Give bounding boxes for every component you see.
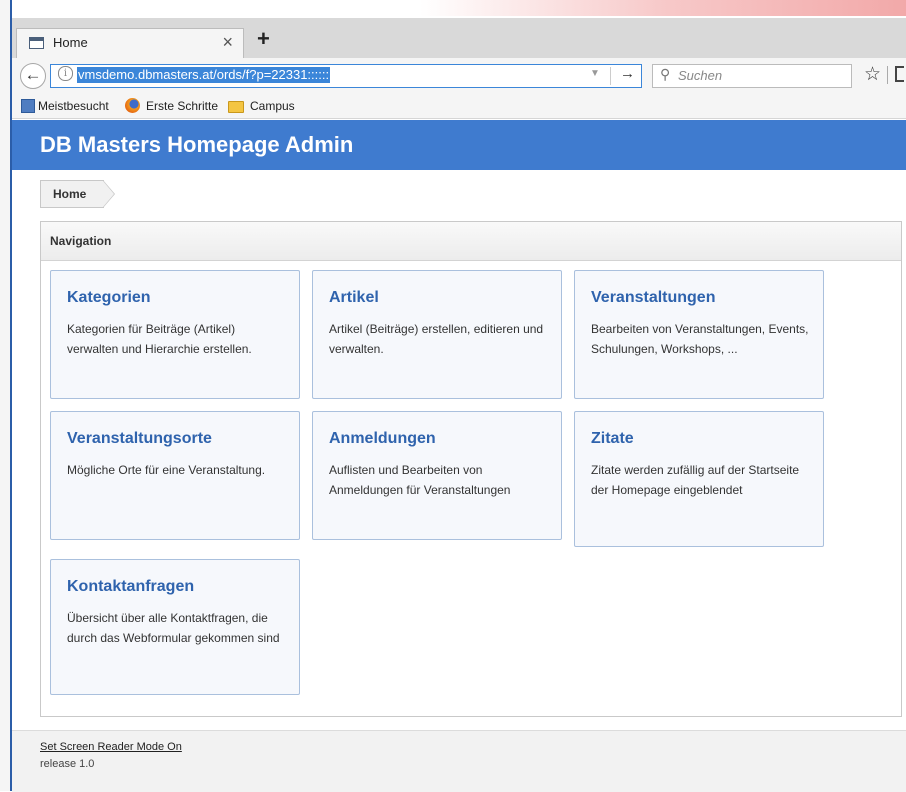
card-title[interactable]: Veranstaltungen — [591, 289, 715, 307]
card-description: Bearbeiten von Veranstaltungen, Events, … — [591, 322, 809, 356]
region-title: Navigation — [50, 234, 112, 248]
url-dropdown-icon[interactable]: ▼ — [590, 68, 600, 79]
library-icon[interactable] — [895, 66, 904, 82]
bookmark-campus[interactable]: Campus — [250, 99, 295, 113]
firefox-icon — [125, 98, 140, 113]
card-description: Mögliche Orte für eine Veranstaltung. — [67, 463, 266, 477]
breadcrumb-arrow-fill — [103, 181, 114, 207]
page-footer — [12, 730, 906, 792]
release-label: release 1.0 — [40, 758, 95, 770]
info-icon[interactable]: i — [58, 66, 73, 81]
window-top-accent — [420, 0, 906, 16]
card-title[interactable]: Kontaktanfragen — [67, 578, 194, 596]
card-zitate[interactable]: Zitate Zitate werden zufällig auf der St… — [574, 411, 824, 547]
new-tab-button[interactable]: + — [257, 26, 270, 52]
breadcrumb-home[interactable]: Home — [53, 187, 86, 201]
card-description: Übersicht über alle Kontaktfragen, die d… — [67, 611, 280, 645]
card-description: Kategorien für Beiträge (Artikel) verwal… — [67, 322, 252, 356]
card-anmeldungen[interactable]: Anmeldungen Auflisten und Bearbeiten von… — [312, 411, 562, 540]
url-separator — [610, 67, 611, 85]
page-icon — [29, 37, 44, 49]
folder-icon — [228, 101, 244, 113]
region-header — [41, 222, 901, 261]
app-title[interactable]: DB Masters Homepage Admin — [40, 132, 353, 158]
card-title[interactable]: Veranstaltungsorte — [67, 430, 212, 448]
bookmark-star-icon[interactable]: ☆ — [864, 63, 881, 86]
go-arrow-icon[interactable]: → — [620, 65, 635, 82]
url-input[interactable]: vmsdemo.dbmasters.at/ords/f?p=22331:::::… — [77, 67, 331, 83]
browser-tab-home[interactable]: Home × — [16, 28, 244, 58]
card-title[interactable]: Kategorien — [67, 289, 151, 307]
card-description: Artikel (Beiträge) erstellen, editieren … — [329, 322, 544, 356]
card-kontaktanfragen[interactable]: Kontaktanfragen Übersicht über alle Kont… — [50, 559, 300, 695]
card-title[interactable]: Zitate — [591, 430, 634, 448]
toolbar-separator — [887, 66, 888, 84]
most-visited-icon — [21, 99, 35, 113]
screen-reader-link[interactable]: Set Screen Reader Mode On — [40, 741, 182, 753]
bookmark-meistbesucht[interactable]: Meistbesucht — [38, 99, 109, 113]
back-button[interactable]: ← — [20, 63, 46, 89]
search-icon: ⚲ — [660, 66, 671, 82]
tab-title: Home — [53, 35, 88, 50]
bookmark-erste-schritte[interactable]: Erste Schritte — [146, 99, 218, 113]
card-kategorien[interactable]: Kategorien Kategorien für Beiträge (Arti… — [50, 270, 300, 399]
search-input[interactable]: Suchen — [678, 68, 722, 83]
card-title[interactable]: Artikel — [329, 289, 379, 307]
card-description: Zitate werden zufällig auf der Startseit… — [591, 463, 800, 497]
card-veranstaltungsorte[interactable]: Veranstaltungsorte Mögliche Orte für ein… — [50, 411, 300, 540]
card-description: Auflisten und Bearbeiten von Anmeldungen… — [329, 463, 511, 497]
close-icon[interactable]: × — [222, 32, 233, 53]
card-title[interactable]: Anmeldungen — [329, 430, 436, 448]
card-artikel[interactable]: Artikel Artikel (Beiträge) erstellen, ed… — [312, 270, 562, 399]
card-veranstaltungen[interactable]: Veranstaltungen Bearbeiten von Veranstal… — [574, 270, 824, 399]
